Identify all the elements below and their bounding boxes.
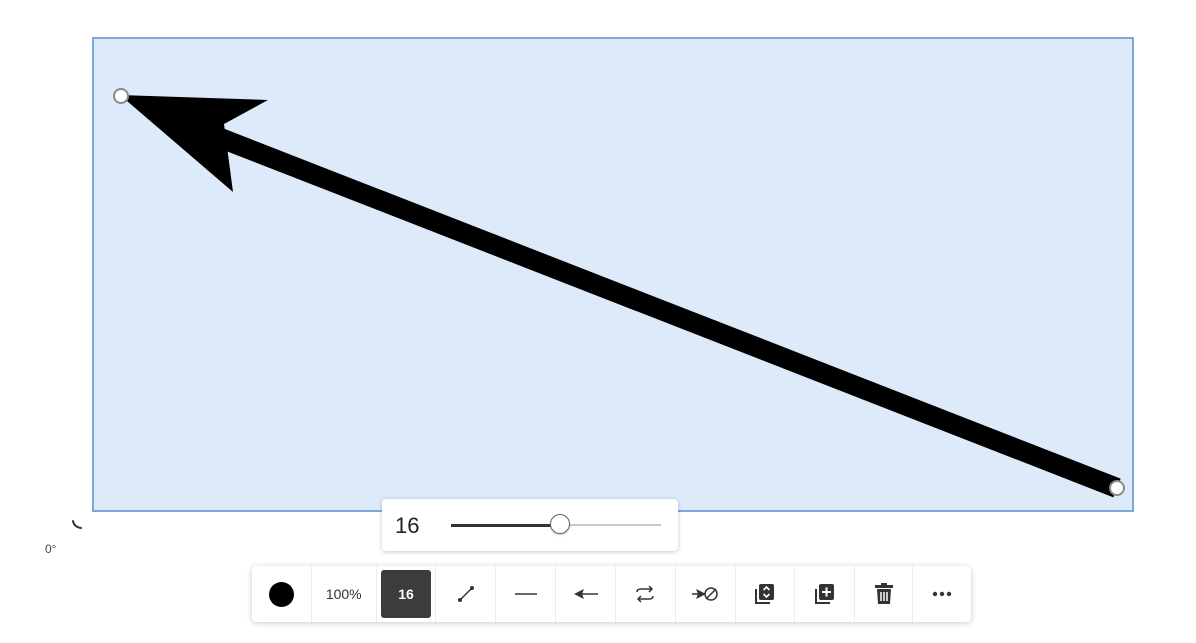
line-dash-icon [514,593,537,595]
arrow-start-handle[interactable] [113,88,129,104]
arrow-start-button[interactable] [556,566,616,622]
more-icon [932,591,952,597]
stroke-size-button[interactable]: 16 [377,566,437,622]
stroke-size-slider-track[interactable] [451,514,661,534]
arrow-end-button[interactable] [676,566,736,622]
trash-icon [874,583,893,604]
color-swatch [268,581,294,607]
opacity-label: 100% [325,586,362,602]
delete-button[interactable] [855,566,914,622]
arrow-end-icon [692,587,718,601]
arrow-start-icon [573,589,598,599]
opacity-button[interactable]: 100% [312,566,377,622]
layer-order-icon [755,584,775,604]
stroke-size-slider-thumb[interactable] [550,514,571,534]
stroke-size-label: 16 [381,570,432,618]
shape-toolbar: 100% 16 [252,566,971,622]
rotation-label: 0° [45,542,57,556]
stroke-size-value: 16 [395,513,420,538]
rotate-handle-icon[interactable] [70,518,84,532]
color-picker-button[interactable] [252,566,312,622]
line-dash-button[interactable] [496,566,557,622]
stroke-size-slider-fill [451,523,561,527]
line-style-icon [457,586,474,602]
line-style-button[interactable] [436,566,497,622]
stroke-size-popup: 16 [382,499,678,551]
swap-direction-button[interactable] [616,566,676,622]
swap-direction-icon [636,585,655,603]
duplicate-button[interactable] [795,566,856,622]
arrow-end-handle[interactable] [1109,480,1125,496]
duplicate-icon [814,584,834,604]
more-options-button[interactable] [913,566,971,622]
layer-order-button[interactable] [736,566,796,622]
arrow-shaft[interactable] [196,120,1121,498]
